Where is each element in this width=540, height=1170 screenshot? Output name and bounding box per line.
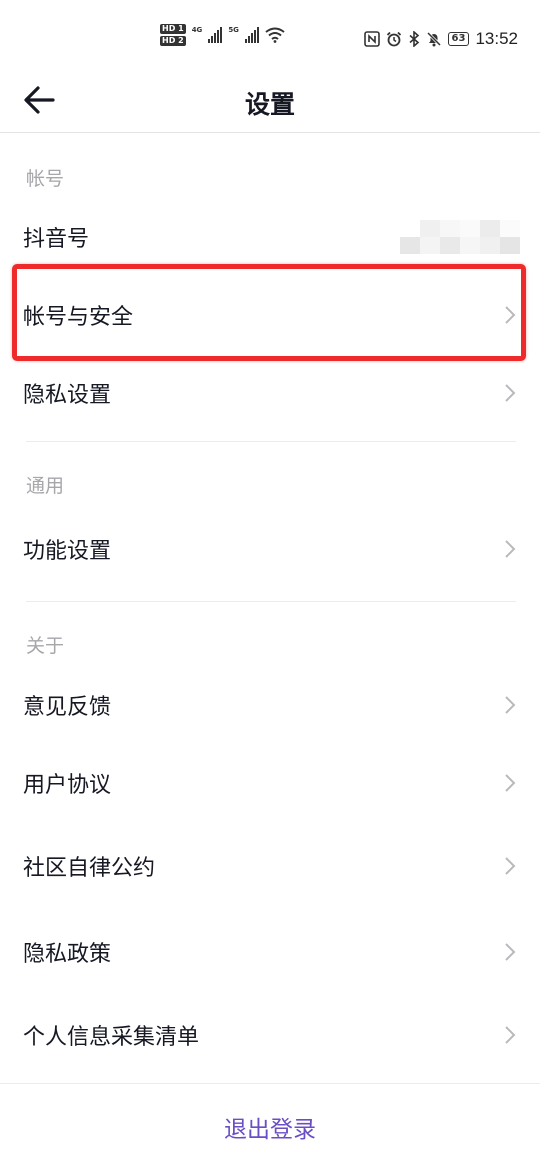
row-community-guidelines[interactable]: 社区自律公约 [0, 835, 540, 897]
clock: 13:52 [475, 29, 518, 48]
system-indicators: 63 13:52 [363, 29, 518, 49]
alarm-icon [386, 31, 402, 47]
nav-bar: 设置 [0, 66, 540, 133]
logout-button[interactable]: 退出登录 [0, 1110, 540, 1144]
section-divider [26, 441, 516, 442]
section-header-general: 通用 [26, 475, 65, 497]
row-label: 用户协议 [23, 773, 112, 798]
section-header-account: 帐号 [26, 168, 65, 190]
hd-badge-1: HD 1 [160, 24, 186, 34]
battery-indicator: 63 [447, 32, 470, 46]
chevron-right-icon [505, 857, 516, 875]
row-privacy-policy[interactable]: 隐私政策 [0, 921, 540, 983]
signal-icon-1 [208, 27, 223, 43]
row-personal-info-list[interactable]: 个人信息采集清单 [0, 1004, 540, 1066]
row-label: 个人信息采集清单 [23, 1025, 200, 1050]
bluetooth-icon [408, 31, 420, 47]
section-header-about: 关于 [26, 635, 65, 657]
row-privacy-settings[interactable]: 隐私设置 [0, 362, 540, 424]
row-feature-settings[interactable]: 功能设置 [0, 518, 540, 580]
chevron-right-icon [505, 774, 516, 792]
wifi-icon [265, 27, 285, 43]
hd-badge-2: HD 2 [160, 36, 186, 46]
section-divider [26, 601, 516, 602]
row-label: 抖音号 [23, 227, 90, 252]
nfc-icon [363, 31, 380, 47]
highlight-box [12, 264, 526, 361]
logout-divider [0, 1083, 540, 1084]
row-douyin-id[interactable]: 抖音号 [0, 206, 540, 268]
mute-icon [426, 31, 442, 47]
row-feedback[interactable]: 意见反馈 [0, 674, 540, 736]
chevron-right-icon [505, 943, 516, 961]
row-user-agreement[interactable]: 用户协议 [0, 752, 540, 814]
chevron-right-icon [505, 696, 516, 714]
chevron-right-icon [505, 384, 516, 402]
row-label: 隐私政策 [23, 942, 112, 967]
row-label: 社区自律公约 [23, 856, 156, 881]
network-type-1: 4G [191, 26, 203, 34]
row-label: 意见反馈 [23, 695, 112, 720]
douyin-id-value [400, 220, 520, 254]
chevron-right-icon [505, 1026, 516, 1044]
chevron-right-icon [505, 540, 516, 558]
page-title: 设置 [244, 90, 295, 119]
signal-icon-2 [244, 27, 259, 43]
row-label: 隐私设置 [23, 383, 112, 408]
row-label: 功能设置 [23, 539, 112, 564]
network-type-2: 5G [228, 26, 239, 34]
network-indicators: HD 1 HD 2 4G 5G [160, 24, 285, 46]
